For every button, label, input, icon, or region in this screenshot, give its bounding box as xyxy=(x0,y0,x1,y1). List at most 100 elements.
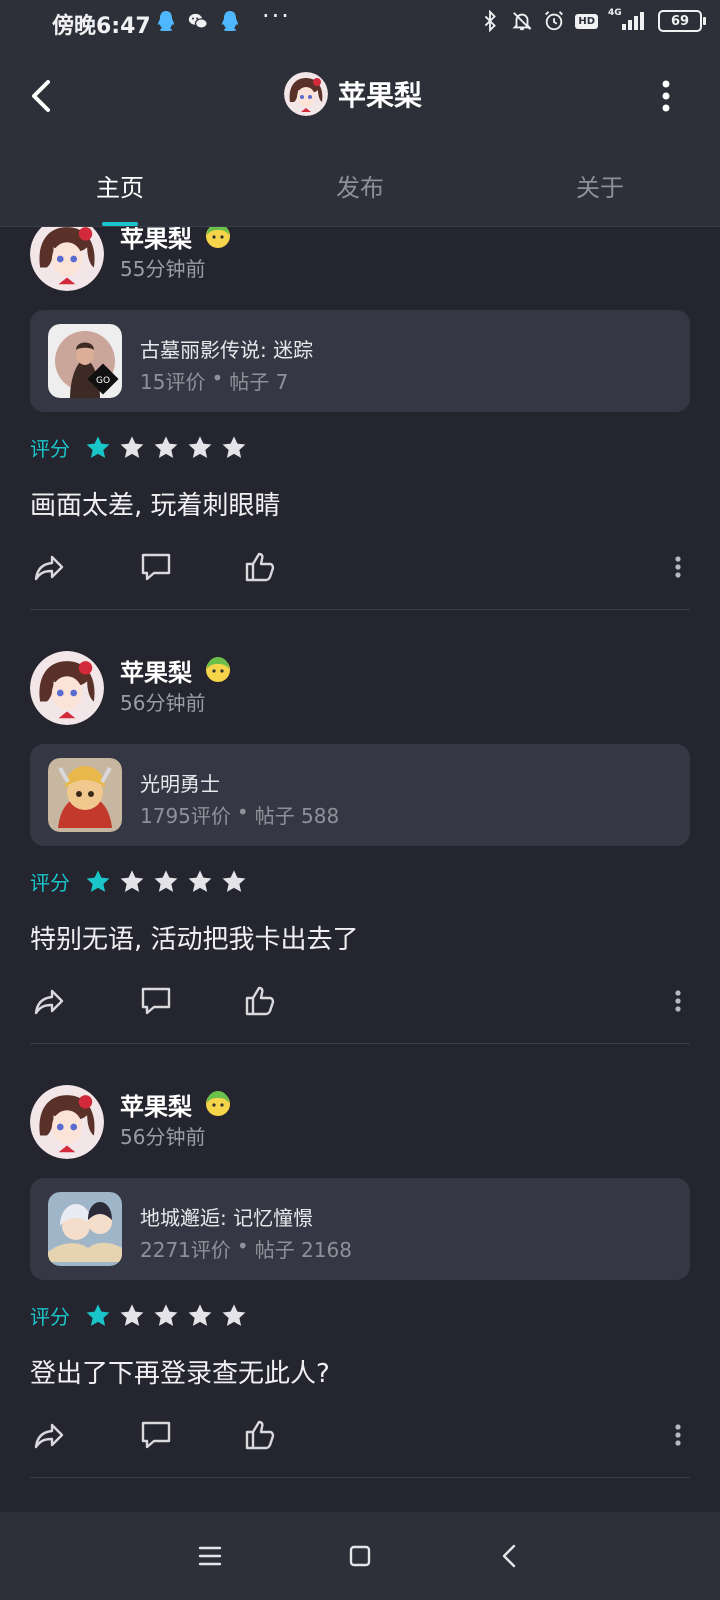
comment-button[interactable] xyxy=(138,983,174,1019)
svg-text:GO: GO xyxy=(96,376,110,386)
post-feed[interactable]: 苹果梨 55分钟前 GO 古墓丽影传说: 迷踪 15评价 • 帖子 7 评分 画… xyxy=(0,227,720,1512)
status-time: 傍晚6:47 xyxy=(52,14,151,39)
back-button[interactable] xyxy=(22,74,62,118)
review-text: 画面太差, 玩着刺眼睛 xyxy=(30,491,281,521)
like-button[interactable] xyxy=(242,549,278,585)
game-name: 古墓丽影传说: 迷踪 xyxy=(140,338,314,362)
home-button[interactable] xyxy=(344,1540,376,1572)
top-app-bar: 苹果梨 xyxy=(0,46,720,146)
comment-button[interactable] xyxy=(138,549,174,585)
thumbs-up-icon xyxy=(245,1420,275,1450)
star-rating xyxy=(84,868,248,896)
divider xyxy=(30,1477,690,1478)
status-bar: 傍晚6:47 ··· HD 4G 69 xyxy=(0,0,720,46)
avatar[interactable] xyxy=(30,1085,104,1159)
review-count: 15评价 xyxy=(140,370,206,394)
avatar[interactable] xyxy=(30,227,104,291)
active-tab-indicator xyxy=(102,222,138,226)
page-title: 苹果梨 xyxy=(338,79,423,112)
post-count: 帖子 588 xyxy=(254,804,340,828)
level-badge-icon xyxy=(206,227,230,248)
share-icon xyxy=(34,989,64,1015)
game-card[interactable]: GO 古墓丽影传说: 迷踪 15评价 • 帖子 7 xyxy=(30,310,690,412)
star-empty-icon xyxy=(222,435,246,458)
rating-row: 评分 xyxy=(30,1301,248,1330)
star-rating xyxy=(84,434,248,462)
game-name: 光明勇士 xyxy=(140,772,220,796)
username[interactable]: 苹果梨 xyxy=(120,1087,192,1122)
star-empty-icon xyxy=(120,435,144,458)
level-badge-icon xyxy=(206,1091,230,1116)
qq-icon-2 xyxy=(222,11,238,31)
review-count: 2271评价 xyxy=(140,1238,231,1262)
post-time: 56分钟前 xyxy=(120,691,206,715)
tab-home[interactable]: 主页 xyxy=(60,168,180,203)
separator: • xyxy=(211,366,224,390)
more-vertical-icon xyxy=(675,990,681,1012)
recent-apps-button[interactable] xyxy=(194,1540,226,1572)
separator: • xyxy=(236,1234,249,1258)
star-empty-icon xyxy=(188,869,212,892)
post-more-button[interactable] xyxy=(660,1417,696,1453)
star-filled-icon xyxy=(86,1303,110,1326)
like-button[interactable] xyxy=(242,1417,278,1453)
post-more-button[interactable] xyxy=(660,549,696,585)
system-icons: HD 4G 69 xyxy=(479,8,706,33)
like-button[interactable] xyxy=(242,983,278,1019)
username[interactable]: 苹果梨 xyxy=(120,227,192,254)
tab-about[interactable]: 关于 xyxy=(540,168,660,203)
comment-icon xyxy=(141,987,171,1015)
signal-icon xyxy=(622,12,644,30)
star-empty-icon xyxy=(222,869,246,892)
more-options-button[interactable] xyxy=(656,76,676,116)
game-card[interactable]: 光明勇士 1795评价 • 帖子 588 xyxy=(30,744,690,846)
chevron-left-icon xyxy=(502,1544,516,1568)
back-nav-button[interactable] xyxy=(494,1540,526,1572)
review-count: 1795评价 xyxy=(140,804,231,828)
hd-badge: HD xyxy=(575,13,598,29)
game-name: 地城邂逅: 记忆憧憬 xyxy=(140,1206,314,1230)
rating-label: 评分 xyxy=(30,437,70,461)
more-vertical-icon xyxy=(675,556,681,578)
avatar[interactable] xyxy=(30,651,104,725)
share-button[interactable] xyxy=(32,983,68,1019)
star-empty-icon xyxy=(222,1303,246,1326)
review-post: 苹果梨 56分钟前 光明勇士 1795评价 • 帖子 588 评分 特别无语, … xyxy=(0,643,720,1077)
qq-icon xyxy=(158,11,174,31)
game-icon xyxy=(48,758,122,832)
rating-row: 评分 xyxy=(30,867,248,896)
star-empty-icon xyxy=(154,1303,178,1326)
game-stats: 2271评价 • 帖子 2168 xyxy=(140,1234,352,1263)
game-card[interactable]: 地城邂逅: 记忆憧憬 2271评价 • 帖子 2168 xyxy=(30,1178,690,1280)
post-more-button[interactable] xyxy=(660,983,696,1019)
star-filled-icon xyxy=(86,869,110,892)
review-post: 苹果梨 55分钟前 GO 古墓丽影传说: 迷踪 15评价 • 帖子 7 评分 画… xyxy=(0,227,720,643)
game-stats: 15评价 • 帖子 7 xyxy=(140,366,288,395)
menu-icon xyxy=(198,1546,222,1566)
star-empty-icon xyxy=(120,1303,144,1326)
rating-label: 评分 xyxy=(30,1305,70,1329)
post-count: 帖子 2168 xyxy=(254,1238,352,1262)
tab-publish[interactable]: 发布 xyxy=(300,168,420,203)
profile-title: 苹果梨 xyxy=(284,72,422,116)
comment-icon xyxy=(141,1421,171,1449)
star-empty-icon xyxy=(154,435,178,458)
share-button[interactable] xyxy=(32,549,68,585)
square-icon xyxy=(349,1545,371,1567)
username[interactable]: 苹果梨 xyxy=(120,653,192,688)
post-actions xyxy=(0,1417,720,1457)
share-button[interactable] xyxy=(32,1417,68,1453)
more-notifications-icon: ··· xyxy=(262,2,291,30)
game-stats: 1795评价 • 帖子 588 xyxy=(140,800,339,829)
divider xyxy=(30,609,690,610)
review-text: 登出了下再登录查无此人? xyxy=(30,1359,330,1389)
separator: • xyxy=(236,800,249,824)
comment-button[interactable] xyxy=(138,1417,174,1453)
avatar xyxy=(284,72,328,116)
chevron-left-icon xyxy=(32,80,50,112)
system-nav-bar xyxy=(0,1512,720,1600)
review-post: 苹果梨 56分钟前 地城邂逅: 记忆憧憬 2271评价 • 帖子 2168 评分… xyxy=(0,1077,720,1511)
star-empty-icon xyxy=(154,869,178,892)
star-empty-icon xyxy=(188,435,212,458)
signal-indicator: 4G xyxy=(608,8,648,32)
